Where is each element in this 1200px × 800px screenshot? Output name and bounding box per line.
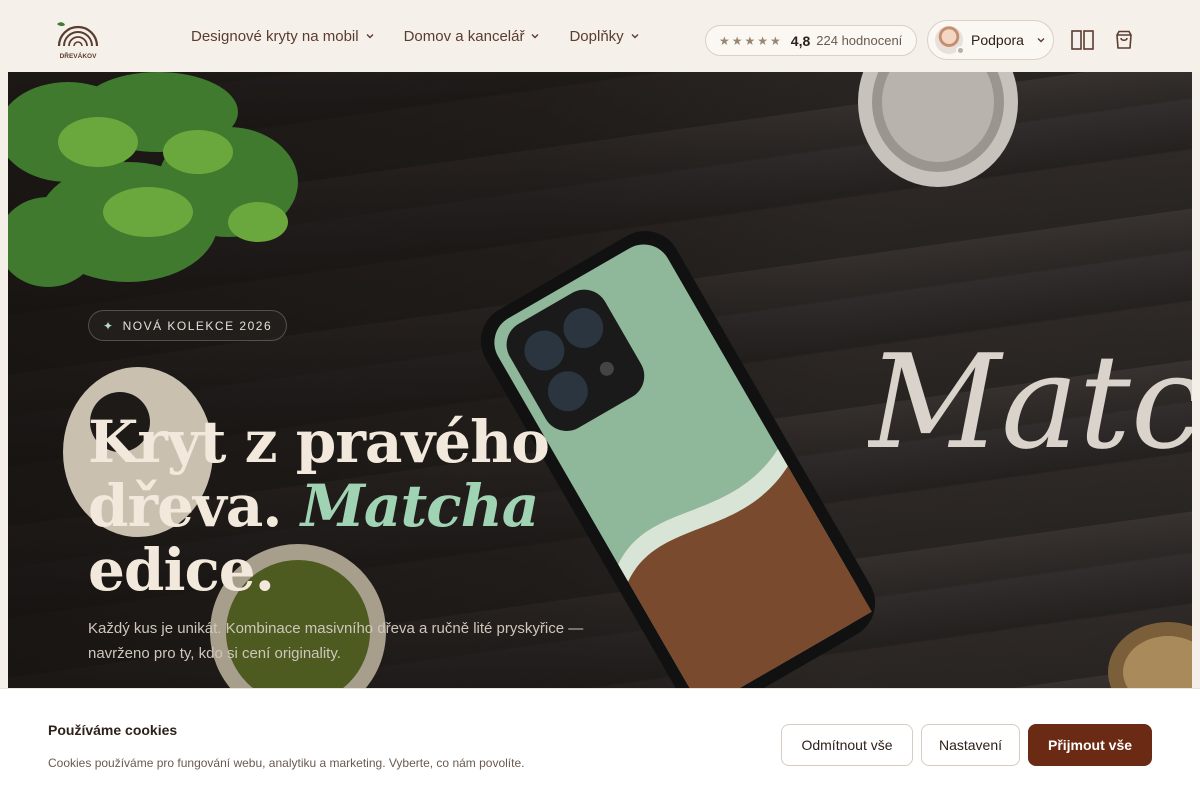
support-label: Podpora [971,32,1024,48]
badge-label: NOVÁ KOLEKCE 2026 [122,318,273,333]
hero-banner: Matcha ✦ NOVÁ KOLEKCE 2026 Kryt z pravéh… [8,72,1192,692]
strainer-decoration [858,72,1018,187]
chevron-down-icon [631,34,639,39]
cookie-banner: Používáme cookies Cookies používáme pro … [0,688,1200,800]
collection-badge: ✦ NOVÁ KOLEKCE 2026 [88,310,288,341]
headline-line1: Kryt z pravého [88,408,550,476]
chevron-down-icon [531,34,539,39]
site-header: DŘEVÁKOV Designové kryty na mobil Domov … [0,0,1200,72]
reject-all-button[interactable]: Odmítnout vše [781,724,913,766]
nav-item-accessories[interactable]: Doplňky [569,28,639,45]
plant-decoration [8,72,298,287]
whisk-decoration [1108,622,1192,692]
sparkle-icon: ✦ [103,318,115,333]
avatar [935,26,965,55]
chevron-down-icon [366,34,374,39]
rating-score: 4,8 [790,32,811,49]
nav-item-label: Doplňky [569,27,624,45]
nav-item-phone-cases[interactable]: Designové kryty na mobil [191,28,375,45]
rating-count: 224 hodnocení [816,33,903,48]
headline-line2: dřeva. [88,472,282,540]
nav-item-label: Designové kryty na mobil [191,27,359,45]
chevron-down-icon [1037,38,1045,43]
script-text: Matcha [868,327,1192,478]
support-button[interactable]: Podpora [927,20,1054,60]
nav-item-label: Domov a kancelář [403,27,525,45]
status-dot [956,46,965,55]
headline-accent: Matcha [300,472,540,540]
nav-item-home-office[interactable]: Domov a kancelář [404,28,541,45]
rating-badge[interactable]: ★★★★★ 4,8 224 hodnocení [705,25,917,56]
compare-icon[interactable] [1071,30,1094,50]
rating-stars: ★★★★★ [719,33,783,48]
drevakov-logo[interactable]: DŘEVÁKOV [55,20,101,60]
hero-subtext: Každý kus je unikát. Kombinace masivního… [88,620,584,662]
matcha-script-decoration: Matcha [868,327,1192,478]
cart-icon[interactable] [1115,30,1133,50]
cookie-text: Cookies používáme pro fungování webu, an… [48,756,525,770]
cookie-title: Používáme cookies [48,722,178,738]
accept-all-button[interactable]: Přijmout vše [1028,724,1152,766]
main-nav: Designové kryty na mobil Domov a kancelá… [191,0,669,72]
hero-headline: Kryt z pravého dřeva. Matcha edice. [88,410,608,602]
headline-line3: edice. [88,536,275,604]
logo-text: DŘEVÁKOV [60,51,98,60]
cookie-settings-button[interactable]: Nastavení [921,724,1020,766]
